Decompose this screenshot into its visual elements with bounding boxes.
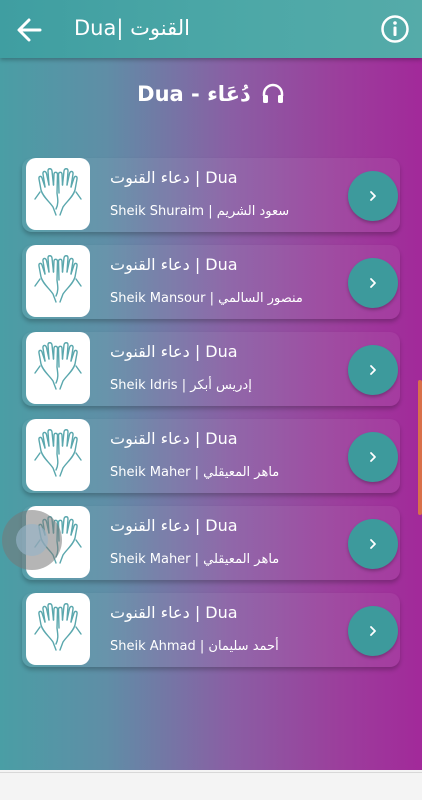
chevron-right-icon xyxy=(370,452,376,462)
headphones-icon xyxy=(262,83,284,103)
item-title: دعاء القنوت | Dua xyxy=(110,603,238,622)
app-bar: القنوت |Dua xyxy=(0,0,422,58)
scrollbar-thumb[interactable] xyxy=(418,380,422,515)
open-item-button[interactable] xyxy=(348,606,398,656)
item-thumbnail xyxy=(26,419,90,491)
praying-hands-icon xyxy=(34,255,82,303)
open-item-button[interactable] xyxy=(348,432,398,482)
open-item-button[interactable] xyxy=(348,258,398,308)
page-heading: Dua - دُعَاء xyxy=(0,78,422,110)
item-thumbnail xyxy=(26,593,90,665)
heading-text: Dua - دُعَاء xyxy=(137,82,251,106)
dua-list-item[interactable]: دعاء القنوت | Dua Sheik Ahmad | أحمد سلي… xyxy=(22,593,400,667)
chevron-right-icon xyxy=(370,365,376,375)
praying-hands-icon xyxy=(34,342,82,390)
praying-hands-icon xyxy=(34,429,82,477)
back-button[interactable] xyxy=(12,13,46,47)
praying-hands-icon xyxy=(34,603,82,651)
dua-list-item[interactable]: دعاء القنوت | Dua Sheik Maher | ماهر الم… xyxy=(22,419,400,493)
arrow-left-icon xyxy=(17,18,42,42)
item-subtitle: Sheik Ahmad | أحمد سليمان xyxy=(110,639,279,654)
open-item-button[interactable] xyxy=(348,171,398,221)
info-button[interactable] xyxy=(379,13,411,45)
screen: القنوت |Dua Dua - دُعَاء دعاء القنوت | D… xyxy=(0,0,422,770)
item-title: دعاء القنوت | Dua xyxy=(110,342,238,361)
item-title: دعاء القنوت | Dua xyxy=(110,429,238,448)
dua-list-item[interactable]: دعاء القنوت | Dua Sheik Maher | ماهر الم… xyxy=(22,506,400,580)
item-title: دعاء القنوت | Dua xyxy=(110,168,238,187)
chevron-right-icon xyxy=(370,278,376,288)
item-subtitle: Sheik Maher | ماهر المعيقلي xyxy=(110,552,280,567)
item-title: دعاء القنوت | Dua xyxy=(110,255,238,274)
dua-list-item[interactable]: دعاء القنوت | Dua Sheik Shuraim | سعود ا… xyxy=(22,158,400,232)
item-title: دعاء القنوت | Dua xyxy=(110,516,238,535)
item-thumbnail xyxy=(26,158,90,230)
praying-hands-icon xyxy=(34,168,82,216)
bottom-divider xyxy=(0,772,422,773)
chevron-right-icon xyxy=(370,539,376,549)
chevron-right-icon xyxy=(370,626,376,636)
info-icon xyxy=(381,15,409,43)
app-title: القنوت |Dua xyxy=(74,16,190,40)
item-thumbnail xyxy=(26,332,90,404)
chevron-right-icon xyxy=(370,191,376,201)
dua-list-item[interactable]: دعاء القنوت | Dua Sheik Idris | إدريس أب… xyxy=(22,332,400,406)
open-item-button[interactable] xyxy=(348,345,398,395)
item-subtitle: Sheik Idris | إدريس أبكر xyxy=(110,378,252,393)
touch-indicator xyxy=(2,510,62,570)
dua-list-item[interactable]: دعاء القنوت | Dua Sheik Mansour | منصور … xyxy=(22,245,400,319)
item-subtitle: Sheik Mansour | منصور السالمي xyxy=(110,291,303,306)
item-subtitle: Sheik Shuraim | سعود الشريم xyxy=(110,204,290,219)
item-subtitle: Sheik Maher | ماهر المعيقلي xyxy=(110,465,280,480)
item-thumbnail xyxy=(26,245,90,317)
open-item-button[interactable] xyxy=(348,519,398,569)
